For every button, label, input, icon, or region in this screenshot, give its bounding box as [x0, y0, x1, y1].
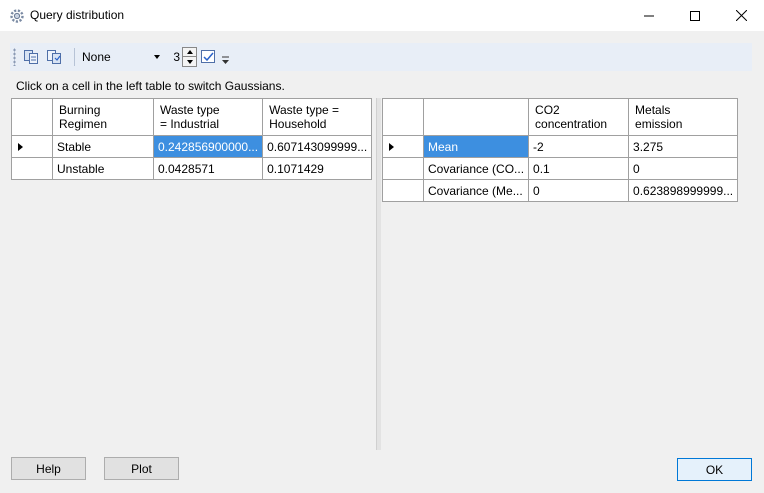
maximize-icon: [690, 10, 700, 21]
table-cell[interactable]: 0.607143099999...: [262, 135, 373, 158]
column-header[interactable]: Burning Regimen: [52, 98, 154, 136]
left-table-pane: Burning Regimen Waste type = Industrial …: [11, 98, 375, 450]
column-header[interactable]: Waste type = Industrial: [152, 98, 264, 136]
table-cell[interactable]: Covariance (Me...: [422, 179, 530, 202]
table-cell[interactable]: 0.1071429: [262, 157, 373, 180]
close-button[interactable]: [718, 0, 764, 31]
table-cell[interactable]: 0.0428571: [152, 157, 264, 180]
column-header[interactable]: CO2 concentration: [528, 98, 630, 136]
table-cell-selected[interactable]: 0.242856900000...: [152, 135, 264, 158]
table-cell-selected[interactable]: Mean: [422, 135, 530, 158]
table-header-row: CO2 concentration Metals emission: [382, 98, 739, 136]
combo-value: None: [82, 50, 111, 64]
paste-icon[interactable]: [46, 48, 63, 65]
stepper-value[interactable]: 3: [170, 50, 180, 64]
table-cell[interactable]: Covariance (CO...: [422, 157, 530, 180]
checkbox-icon[interactable]: [200, 48, 217, 65]
distribution-combo[interactable]: None: [78, 47, 164, 67]
row-header[interactable]: [11, 135, 53, 158]
table-cell[interactable]: 3.275: [628, 135, 739, 158]
table-cell[interactable]: 0: [628, 157, 739, 180]
row-header-corner: [11, 98, 53, 136]
row-header[interactable]: [382, 179, 424, 202]
pane-splitter[interactable]: [376, 98, 381, 450]
row-header[interactable]: [382, 157, 424, 180]
column-header[interactable]: [422, 98, 530, 136]
table-header-row: Burning Regimen Waste type = Industrial …: [11, 98, 373, 136]
toolbar-grip[interactable]: [13, 48, 16, 66]
table-cell[interactable]: 0: [528, 179, 630, 202]
ok-button[interactable]: OK: [677, 458, 752, 481]
table-cell[interactable]: Stable: [52, 135, 154, 158]
right-table-pane: CO2 concentration Metals emission Mean -…: [382, 98, 752, 450]
toolbar-separator: [74, 48, 75, 66]
table-row[interactable]: Covariance (CO... 0.1 0: [382, 157, 739, 180]
chevron-down-icon: [154, 55, 160, 59]
table-cell[interactable]: -2: [528, 135, 630, 158]
table-cell[interactable]: 0.1: [528, 157, 630, 180]
maximize-button[interactable]: [672, 0, 718, 31]
gaussian-parameters-table: CO2 concentration Metals emission Mean -…: [382, 98, 739, 202]
row-header[interactable]: [11, 157, 53, 180]
minimize-icon: [644, 15, 654, 16]
table-row[interactable]: Unstable 0.0428571 0.1071429: [11, 157, 373, 180]
instruction-text: Click on a cell in the left table to swi…: [16, 79, 285, 93]
help-button[interactable]: Help: [11, 457, 86, 480]
current-row-icon: [389, 143, 394, 151]
close-icon: [735, 10, 747, 21]
stepper-down-button[interactable]: [183, 57, 196, 66]
chevron-up-icon: [186, 50, 193, 54]
table-cell[interactable]: Unstable: [52, 157, 154, 180]
minimize-button[interactable]: [626, 0, 672, 31]
chevron-down-icon: [186, 59, 193, 64]
column-header[interactable]: Metals emission: [628, 98, 739, 136]
plot-button[interactable]: Plot: [104, 457, 179, 480]
gaussian-selector-table: Burning Regimen Waste type = Industrial …: [11, 98, 373, 180]
column-header[interactable]: Waste type = Household: [262, 98, 373, 136]
table-row[interactable]: Stable 0.242856900000... 0.607143099999.…: [11, 135, 373, 158]
table-cell[interactable]: 0.623898999999...: [628, 179, 739, 202]
row-header-corner: [382, 98, 424, 136]
toolbar-overflow-icon[interactable]: [222, 55, 229, 65]
current-row-icon: [18, 143, 23, 151]
row-header[interactable]: [382, 135, 424, 158]
copy-icon[interactable]: [23, 48, 40, 65]
stepper-up-button[interactable]: [183, 48, 196, 57]
quantity-stepper[interactable]: [182, 47, 197, 67]
table-row[interactable]: Covariance (Me... 0 0.623898999999...: [382, 179, 739, 202]
gear-icon: [9, 8, 25, 24]
title-bar: Query distribution: [0, 0, 764, 31]
toolbar: None 3: [10, 43, 752, 71]
window-title: Query distribution: [30, 8, 125, 22]
table-row[interactable]: Mean -2 3.275: [382, 135, 739, 158]
